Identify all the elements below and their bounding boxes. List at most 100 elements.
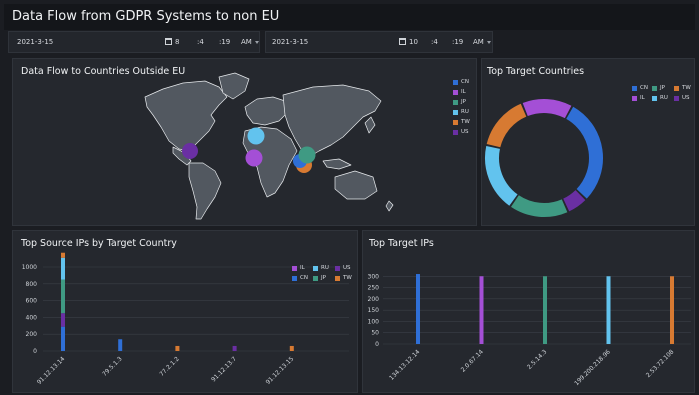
donut-slice-tw[interactable] [486, 103, 527, 148]
legend-item-il: IL [632, 93, 652, 103]
end-ampm-field[interactable]: AM [473, 38, 484, 46]
legend-swatch [453, 129, 458, 135]
legend-swatch [292, 265, 297, 271]
legend-item-il: IL [292, 263, 313, 273]
y-tick-label: 300 [368, 273, 380, 280]
legend-label: CN [300, 275, 308, 281]
bubble-ru[interactable] [247, 127, 265, 145]
y-tick-label: 600 [26, 298, 38, 305]
donut-slice-cn[interactable] [565, 106, 603, 199]
donut-slice-jp[interactable] [511, 195, 568, 217]
y-tick-label: 250 [368, 285, 380, 292]
legend-item-ru: RU [652, 93, 674, 103]
bubble-il[interactable] [245, 149, 263, 167]
legend-swatch [335, 275, 340, 281]
calendar-icon[interactable] [165, 38, 172, 45]
x-tick-label: 79.5.1.3 [101, 355, 124, 378]
legend-item-us: US [674, 93, 694, 103]
donut-slice-ru[interactable] [485, 145, 518, 206]
legend-swatch [335, 265, 340, 271]
target-ip-bar[interactable] [416, 274, 420, 344]
bubble-jp[interactable] [298, 146, 316, 164]
bar-segment-tw[interactable] [61, 252, 65, 258]
end-date-field[interactable]: 2021-3-15 [272, 38, 308, 46]
calendar-icon[interactable] [399, 38, 406, 45]
target-ip-bar[interactable] [479, 276, 484, 344]
y-tick-label: 200 [26, 331, 38, 338]
target-ip-bar[interactable] [606, 276, 611, 344]
legend-label: US [682, 95, 690, 101]
y-tick-label: 100 [368, 318, 380, 325]
legend-item-us: US [335, 263, 355, 273]
target-ip-bar[interactable] [543, 276, 547, 344]
map-panel: Data Flow to Countries Outside EU CN IL … [12, 58, 477, 226]
top-countries-panel: Top Target Countries CN JP TW IL RU US [481, 58, 695, 226]
y-tick-label: 0 [375, 341, 379, 348]
chevron-down-icon[interactable] [487, 41, 491, 44]
legend-swatch [453, 89, 458, 95]
legend-swatch [313, 275, 318, 281]
world-map[interactable] [13, 59, 478, 227]
end-second-field[interactable]: :19 [452, 38, 463, 46]
legend-item-jp: JP [313, 273, 335, 283]
map-europe [244, 96, 290, 126]
end-hour-field[interactable]: 10 [409, 38, 418, 46]
bubble-us[interactable] [182, 143, 198, 159]
dashboard-title: Data Flow from GDPR Systems to non EU [12, 9, 280, 24]
start-hour-field[interactable]: 8 [175, 38, 179, 46]
start-ampm-field[interactable]: AM [241, 38, 252, 46]
donut-slice-il[interactable] [522, 99, 572, 119]
y-tick-label: 400 [26, 314, 38, 321]
source-ips-chart[interactable]: 0 200 400 600 800 1000 91.12.13.14 79.5.1.3 77.2… [13, 231, 359, 394]
bar-segment-tw[interactable] [175, 345, 180, 351]
bar-segment-us[interactable] [61, 313, 65, 327]
legend-label: RU [321, 265, 329, 271]
legend-swatch [313, 265, 318, 271]
map-legend: CN IL JP RU TW US [453, 77, 470, 137]
y-tick-label: 150 [368, 307, 380, 314]
x-tick-label: 2.5.14.3 [526, 348, 549, 371]
end-minute-field[interactable]: :4 [431, 38, 438, 46]
start-minute-field[interactable]: :4 [197, 38, 204, 46]
x-tick-label: 134.13.12.14 [388, 348, 421, 381]
donut-slice-us[interactable] [562, 189, 586, 212]
bar-segment-jp[interactable] [61, 279, 65, 314]
legend-label: US [343, 265, 351, 271]
legend-label: RU [660, 95, 668, 101]
bar-segment-cn[interactable] [61, 326, 65, 351]
start-date-field[interactable]: 2021-3-15 [17, 38, 53, 46]
legend-item-il: IL [453, 87, 470, 97]
legend-label: JP [321, 275, 326, 281]
dashboard-header: Data Flow from GDPR Systems to non EU [4, 4, 695, 30]
chevron-down-icon[interactable] [255, 41, 259, 44]
legend-swatch [632, 85, 637, 91]
legend-item-tw: TW [453, 117, 470, 127]
legend-item-us: US [453, 127, 470, 137]
source-legend: IL RU US CN JP TW [292, 263, 355, 283]
legend-label: IL [461, 89, 466, 95]
legend-label: CN [640, 85, 648, 91]
legend-item-cn: CN [292, 273, 313, 283]
start-datetime-picker[interactable]: 2021-3-15 8 :4 :19 AM [8, 31, 260, 53]
legend-swatch [292, 275, 297, 281]
target-ips-chart[interactable]: 0 50 100 150 200 250 300 134.13.12.14 2.0.67.14 2… [363, 231, 696, 394]
bar-segment-ru[interactable] [61, 257, 65, 280]
bar-segment-cn[interactable] [118, 339, 123, 351]
legend-swatch [453, 99, 458, 105]
legend-item-cn: CN [453, 77, 470, 87]
map-south-america [188, 162, 222, 220]
map-asia [282, 84, 382, 158]
bar-segment-tw[interactable] [289, 345, 294, 351]
map-australia [334, 170, 378, 200]
legend-label: CN [461, 79, 469, 85]
source-ips-panel: Top Source IPs by Target Country 0 200 400… [12, 230, 358, 393]
legend-label: RU [461, 109, 469, 115]
legend-label: US [461, 129, 469, 135]
end-datetime-picker[interactable]: 2021-3-15 10 :4 :19 AM [265, 31, 493, 53]
donut-legend: CN JP TW IL RU US [632, 83, 694, 103]
target-ip-bar[interactable] [670, 276, 674, 344]
legend-swatch [632, 95, 637, 101]
x-tick-label: 91.12.13.14 [36, 355, 67, 386]
bar-segment-us[interactable] [232, 345, 237, 351]
start-second-field[interactable]: :19 [219, 38, 230, 46]
